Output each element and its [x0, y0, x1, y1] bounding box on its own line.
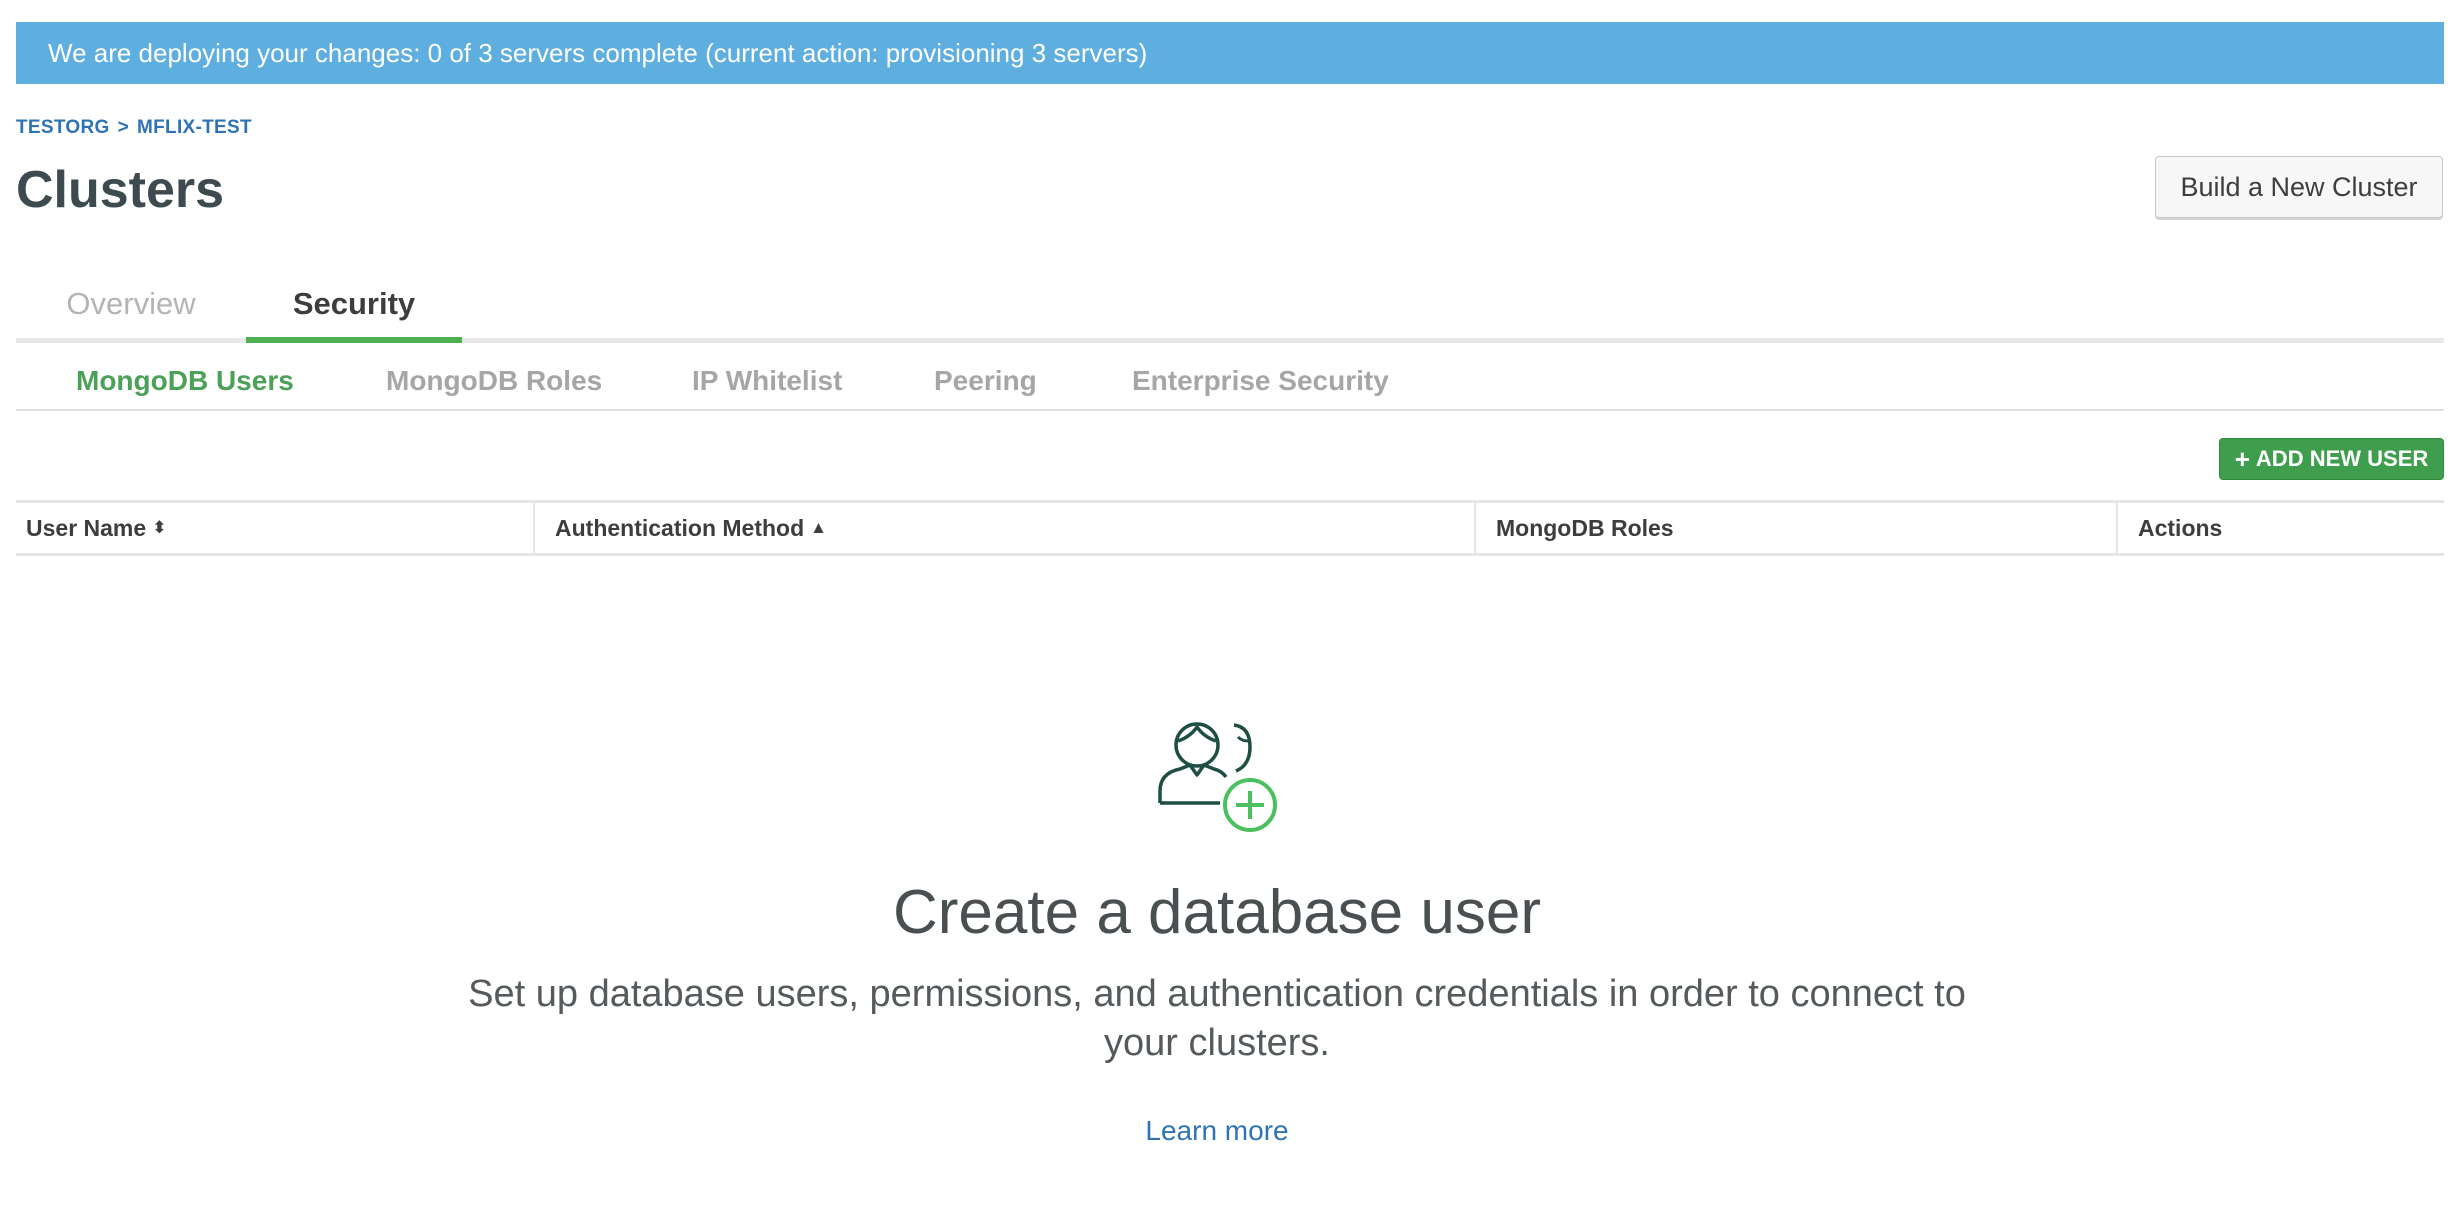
- deployment-status-banner: We are deploying your changes: 0 of 3 se…: [16, 22, 2444, 84]
- add-user-icon: [1150, 715, 1290, 844]
- main-tabs: Overview Security: [16, 270, 2444, 343]
- column-mongodb-roles-label: MongoDB Roles: [1496, 514, 1674, 541]
- tab-overview[interactable]: Overview: [16, 270, 246, 338]
- security-sub-tabs: MongoDB Users MongoDB Roles IP Whitelist…: [16, 355, 2444, 411]
- sort-ascending-icon: ▲: [810, 518, 827, 537]
- column-user-name-label: User Name: [26, 514, 147, 541]
- column-actions-label: Actions: [2138, 514, 2223, 541]
- learn-more-link[interactable]: Learn more: [0, 1115, 2434, 1147]
- subtab-peering[interactable]: Peering: [934, 365, 1037, 397]
- column-authentication-method[interactable]: Authentication Method ▲: [533, 503, 1473, 553]
- page-title: Clusters: [16, 161, 225, 219]
- users-table-header: User Name ⬍ Authentication Method ▲ Mong…: [16, 500, 2444, 556]
- banner-message: We are deploying your changes: 0 of 3 se…: [48, 37, 1148, 68]
- subtab-mongodb-roles[interactable]: MongoDB Roles: [386, 365, 602, 397]
- subtab-mongodb-users[interactable]: MongoDB Users: [76, 365, 294, 397]
- breadcrumb-separator: >: [117, 117, 129, 138]
- subtab-enterprise-security[interactable]: Enterprise Security: [1132, 365, 1389, 397]
- build-new-cluster-button[interactable]: Build a New Cluster: [2155, 156, 2443, 218]
- plus-icon: +: [2234, 443, 2250, 474]
- empty-state-title: Create a database user: [893, 878, 1541, 947]
- breadcrumb-org[interactable]: TESTORG: [16, 117, 110, 138]
- breadcrumb-project[interactable]: MFLIX-TEST: [137, 117, 252, 138]
- add-new-user-label: ADD NEW USER: [2255, 446, 2429, 471]
- column-authentication-method-label: Authentication Method: [555, 514, 805, 541]
- sort-both-icon: ⬍: [152, 518, 167, 537]
- tab-security[interactable]: Security: [246, 270, 462, 343]
- add-new-user-button[interactable]: + ADD NEW USER: [2219, 438, 2444, 480]
- column-mongodb-roles: MongoDB Roles: [1474, 503, 2116, 553]
- column-user-name[interactable]: User Name ⬍: [16, 503, 532, 553]
- subtab-ip-whitelist[interactable]: IP Whitelist: [692, 365, 842, 397]
- column-actions: Actions: [2116, 503, 2444, 553]
- empty-state-description: Set up database users, permissions, and …: [468, 973, 1966, 1064]
- breadcrumb: TESTORG > MFLIX-TEST: [16, 117, 252, 139]
